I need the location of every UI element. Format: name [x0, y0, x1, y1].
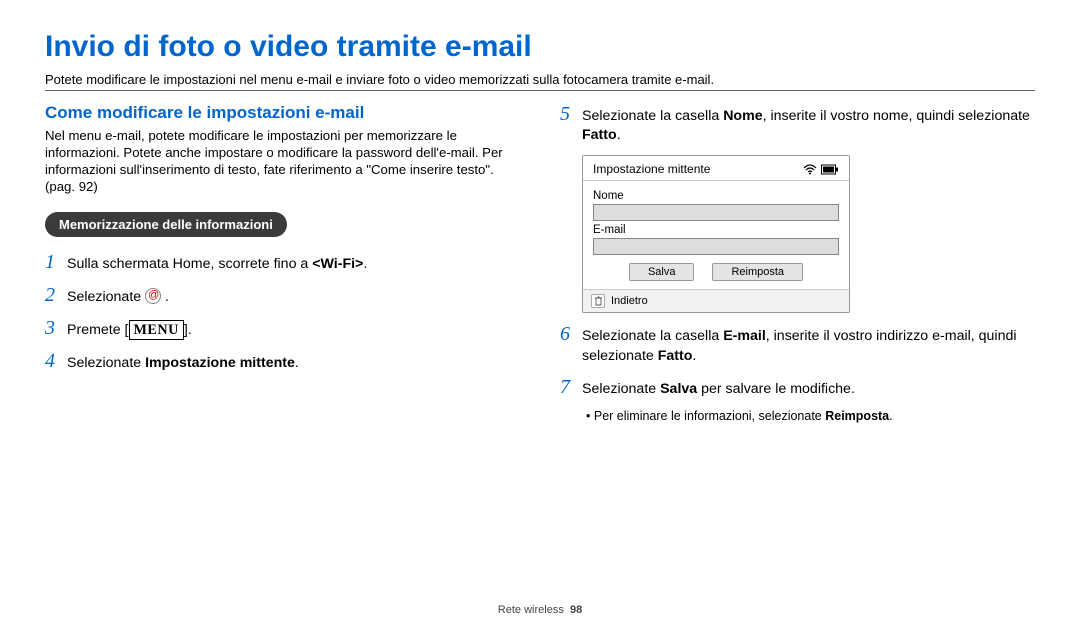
text: per salvare le modifiche.	[697, 381, 855, 397]
text: , inserite il vostro nome, quindi selezi…	[763, 108, 1030, 124]
step-2: 2 Selezionate .	[45, 284, 520, 307]
dialog-button-row: Salva Reimposta	[593, 263, 839, 281]
bold-text: Reimposta	[825, 409, 889, 423]
text: Sulla schermata Home, scorrete fino a	[67, 256, 312, 272]
save-button[interactable]: Salva	[629, 263, 695, 281]
step-number: 6	[560, 323, 582, 346]
step-text: Sulla schermata Home, scorrete fino a <W…	[67, 255, 367, 274]
dialog-title: Impostazione mittente	[593, 162, 710, 176]
step-text: Premete [MENU].	[67, 321, 192, 340]
footer-section: Rete wireless	[498, 604, 564, 616]
page-subtitle: Potete modificare le impostazioni nel me…	[45, 72, 1035, 91]
step-number: 1	[45, 251, 67, 274]
page-title: Invio di foto o video tramite e-mail	[45, 30, 1035, 64]
bold-text: Impostazione mittente	[145, 355, 295, 371]
section-heading: Come modificare le impostazioni e-mail	[45, 103, 520, 123]
bold-text: <Wi-Fi>	[312, 256, 363, 272]
dialog-body: Nome E-mail Salva Reimposta	[583, 181, 849, 289]
email-icon	[145, 288, 161, 304]
text: .	[295, 355, 299, 371]
status-icons	[803, 164, 839, 175]
wifi-icon	[803, 164, 817, 175]
back-label: Indietro	[611, 295, 648, 307]
name-label: Nome	[593, 190, 839, 202]
bold-text: Fatto	[582, 127, 617, 143]
name-input[interactable]	[593, 204, 839, 221]
step-number: 2	[45, 284, 67, 307]
text: ].	[184, 322, 192, 338]
bold-text: E-mail	[723, 328, 766, 344]
text: .	[889, 409, 892, 423]
dialog-header: Impostazione mittente	[583, 156, 849, 181]
trash-icon[interactable]	[591, 294, 605, 308]
step-text: Selezionate Impostazione mittente.	[67, 354, 299, 373]
left-column: Come modificare le impostazioni e-mail N…	[45, 103, 520, 423]
step-number: 7	[560, 376, 582, 399]
step-text: Selezionate la casella Nome, inserite il…	[582, 107, 1035, 145]
content-columns: Come modificare le impostazioni e-mail N…	[45, 103, 1035, 423]
text: .	[363, 256, 367, 272]
step-5: 5 Selezionate la casella Nome, inserite …	[560, 103, 1035, 145]
text: Selezionate	[67, 289, 145, 305]
page-footer: Rete wireless 98	[0, 604, 1080, 616]
email-input[interactable]	[593, 238, 839, 255]
step-6: 6 Selezionate la casella E-mail, inserit…	[560, 323, 1035, 365]
reset-button[interactable]: Reimposta	[712, 263, 803, 281]
text: Selezionate	[67, 355, 145, 371]
battery-icon	[821, 164, 839, 175]
section-description: Nel menu e-mail, potete modificare le im…	[45, 127, 520, 196]
bold-text: Fatto	[658, 348, 693, 364]
callout-pill: Memorizzazione delle informazioni	[45, 212, 287, 237]
page-number: 98	[570, 604, 582, 616]
text: .	[617, 127, 621, 143]
bold-text: Nome	[723, 108, 762, 124]
email-label: E-mail	[593, 224, 839, 236]
text: Selezionate la casella	[582, 108, 723, 124]
menu-button-label: MENU	[129, 320, 184, 340]
step-4: 4 Selezionate Impostazione mittente.	[45, 350, 520, 373]
step-3: 3 Premete [MENU].	[45, 317, 520, 340]
text: Selezionate	[582, 381, 660, 397]
step-text: Selezionate .	[67, 288, 169, 307]
right-column: 5 Selezionate la casella Nome, inserite …	[560, 103, 1035, 423]
text: .	[692, 348, 696, 364]
step-number: 4	[45, 350, 67, 373]
bold-text: Salva	[660, 381, 697, 397]
step-7: 7 Selezionate Salva per salvare le modif…	[560, 376, 1035, 399]
camera-dialog: Impostazione mittente Nome E-mail Salva	[582, 155, 850, 313]
step-1: 1 Sulla schermata Home, scorrete fino a …	[45, 251, 520, 274]
step-number: 3	[45, 317, 67, 340]
text: Per eliminare le informazioni, seleziona…	[594, 409, 825, 423]
text: Selezionate la casella	[582, 328, 723, 344]
bullet-note: Per eliminare le informazioni, seleziona…	[586, 409, 1035, 423]
step-number: 5	[560, 103, 582, 126]
text: Premete [	[67, 322, 129, 338]
step-text: Selezionate Salva per salvare le modific…	[582, 380, 855, 399]
dialog-footer: Indietro	[583, 289, 849, 312]
step-text: Selezionate la casella E-mail, inserite …	[582, 327, 1035, 365]
